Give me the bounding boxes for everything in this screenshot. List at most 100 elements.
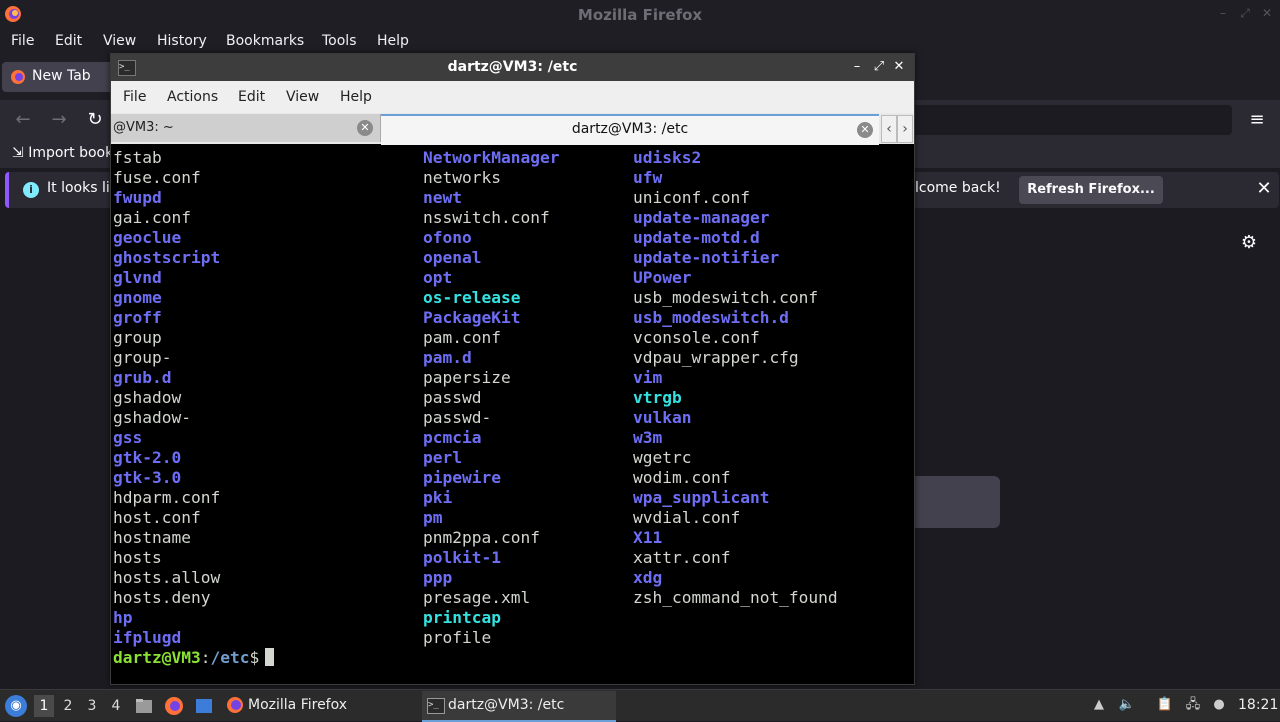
minimize-button[interactable]: – [849, 59, 865, 75]
listing-entry: X11 [633, 528, 663, 547]
menu-view[interactable]: View [286, 89, 319, 105]
close-icon[interactable]: ✕ [1253, 178, 1275, 200]
listing-column-1: fstab fuse.conf fwupd gai.conf geoclue ghosts… [113, 148, 220, 648]
listing-entry: hosts.allow [113, 568, 221, 587]
tab-home[interactable]: @VM3: ~ ✕ [111, 114, 381, 142]
listing-entry: uniconf.conf [633, 188, 750, 207]
listing-entry: group [113, 328, 162, 347]
file-manager-icon[interactable] [134, 696, 154, 716]
listing-entry: vconsole.conf [633, 328, 760, 347]
menu-edit[interactable]: Edit [55, 33, 82, 49]
listing-entry: ofono [423, 228, 472, 247]
listing-entry: hosts.deny [113, 588, 211, 607]
tray-expand-icon[interactable]: ▲ [1090, 696, 1108, 714]
menu-edit[interactable]: Edit [238, 89, 265, 105]
search-box-fragment[interactable] [900, 476, 1000, 528]
menu-actions[interactable]: Actions [167, 89, 218, 105]
listing-entry: host.conf [113, 508, 201, 527]
tab-scroll-right-icon[interactable]: › [897, 115, 913, 143]
tab-scroll-left-icon[interactable]: ‹ [881, 115, 897, 143]
url-bar[interactable] [910, 105, 1232, 135]
forward-icon[interactable]: → [48, 109, 70, 131]
prompt-path: /etc [210, 648, 250, 667]
menu-help[interactable]: Help [340, 89, 372, 105]
listing-entry: groff [113, 308, 162, 327]
menu-tools[interactable]: Tools [322, 33, 357, 49]
listing-entry: gnome [113, 288, 162, 307]
back-icon[interactable]: ← [12, 109, 34, 131]
listing-entry: gss [113, 428, 143, 447]
firefox-menubar: File Edit View History Bookmarks Tools H… [0, 30, 1280, 54]
listing-entry: xdg [633, 568, 663, 587]
maximize-button[interactable]: ⤢ [1238, 6, 1252, 20]
tab-new-tab[interactable]: New Tab [2, 62, 120, 92]
listing-entry: hdparm.conf [113, 488, 221, 507]
taskbar: ◉ 1 2 3 4 Mozilla Firefox >_ dartz@VM3: … [0, 689, 1280, 722]
listing-entry: gshadow [113, 388, 182, 407]
listing-entry: UPower [633, 268, 692, 287]
listing-entry: ghostscript [113, 248, 221, 267]
menu-view[interactable]: View [103, 33, 136, 49]
listing-entry: pnm2ppa.conf [423, 528, 540, 547]
tab-label: New Tab [32, 68, 91, 84]
updates-icon[interactable]: ● [1210, 696, 1228, 714]
import-bookmarks-link[interactable]: ⇲ Import book [12, 145, 113, 161]
task-firefox[interactable]: Mozilla Firefox [222, 691, 412, 720]
listing-entry: PackageKit [423, 308, 521, 327]
prompt-user-host: dartz@VM3 [113, 648, 201, 667]
workspace-4[interactable]: 4 [106, 695, 126, 717]
listing-entry: udisks2 [633, 148, 702, 167]
listing-entry: fuse.conf [113, 168, 201, 187]
listing-entry: opt [423, 268, 453, 287]
firefox-launcher-icon[interactable] [164, 696, 184, 716]
tab-etc[interactable]: dartz@VM3: /etc ✕ [381, 114, 879, 145]
listing-entry: NetworkManager [423, 148, 560, 167]
refresh-firefox-button[interactable]: Refresh Firefox... [1019, 176, 1163, 204]
menu-file[interactable]: File [123, 89, 146, 105]
shell-prompt: dartz@VM3:/etc$ [113, 648, 275, 668]
terminal-output[interactable]: fstab fuse.conf fwupd gai.conf geoclue ghosts… [113, 146, 911, 682]
listing-entry: printcap [423, 608, 501, 627]
listing-entry: passwd- [423, 408, 492, 427]
listing-entry: passwd [423, 388, 482, 407]
minimize-button[interactable]: – [1216, 6, 1230, 20]
listing-entry: gshadow- [113, 408, 191, 427]
menu-bookmarks[interactable]: Bookmarks [226, 33, 304, 49]
listing-entry: zsh_command_not_found [633, 588, 838, 607]
reload-icon[interactable]: ↻ [84, 109, 106, 131]
gear-icon[interactable]: ⚙ [1238, 232, 1260, 254]
workspace-3[interactable]: 3 [82, 695, 102, 717]
volume-icon[interactable]: 🔈 [1118, 696, 1136, 714]
workspace-1[interactable]: 1 [34, 695, 54, 717]
tab-close-icon[interactable]: ✕ [357, 120, 373, 136]
firefox-titlebar: Mozilla Firefox – ⤢ ✕ [0, 0, 1280, 30]
menu-history[interactable]: History [157, 33, 207, 49]
workspace-2[interactable]: 2 [58, 695, 78, 717]
listing-entry: xattr.conf [633, 548, 731, 567]
task-terminal[interactable]: >_ dartz@VM3: /etc [422, 691, 616, 722]
listing-entry: pm [423, 508, 443, 527]
listing-entry: polkit-1 [423, 548, 501, 567]
hamburger-menu-icon[interactable]: ≡ [1246, 109, 1268, 131]
listing-entry: group- [113, 348, 172, 367]
info-icon: i [23, 182, 39, 198]
desktop-icon[interactable] [194, 696, 214, 716]
close-button[interactable]: ✕ [1260, 6, 1274, 20]
listing-entry: hostname [113, 528, 191, 547]
network-icon[interactable]: 🖧 [1184, 696, 1202, 714]
maximize-button[interactable]: ⤢ [871, 59, 887, 75]
firefox-tab-icon [11, 70, 25, 84]
start-menu-icon[interactable]: ◉ [5, 695, 27, 717]
menu-file[interactable]: File [11, 33, 34, 49]
listing-entry: newt [423, 188, 462, 207]
listing-entry: pipewire [423, 468, 501, 487]
clipboard-icon[interactable]: 📋 [1156, 696, 1174, 714]
listing-entry: w3m [633, 428, 663, 447]
tab-close-icon[interactable]: ✕ [857, 122, 873, 138]
listing-entry: update-notifier [633, 248, 780, 267]
menu-help[interactable]: Help [377, 33, 409, 49]
notification-text: It looks lik [47, 180, 118, 196]
listing-entry: vdpau_wrapper.cfg [633, 348, 799, 367]
close-button[interactable]: ✕ [891, 59, 907, 75]
listing-entry: pam.conf [423, 328, 501, 347]
